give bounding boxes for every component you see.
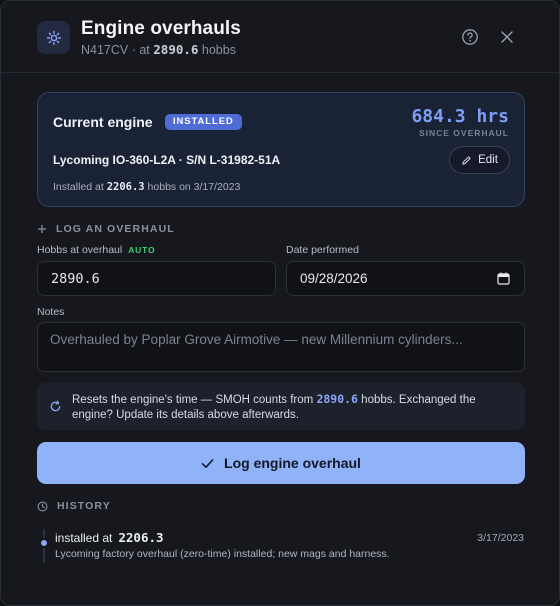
log-overhaul-toggle[interactable]: LOG AN OVERHAUL	[37, 223, 175, 235]
history-entry-note: Lycoming factory overhaul (zero-time) in…	[55, 548, 390, 560]
date-value: 09/28/2026	[300, 271, 368, 286]
engine-overhauls-dialog: Engine overhauls N417CV · at 2890.6 hobb…	[0, 0, 560, 606]
dialog-title: Engine overhauls	[81, 18, 241, 39]
installed-prefix: Installed at	[53, 181, 107, 193]
installed-suffix: hobbs on 3/17/2023	[144, 181, 241, 193]
reset-info-text: Resets the engine's time — SMOH counts f…	[72, 392, 512, 422]
edit-engine-button[interactable]: Edit	[449, 146, 510, 174]
dialog-subtitle: N417CV · at 2890.6 hobbs	[81, 42, 236, 57]
notes-field-label: Notes	[37, 306, 65, 318]
plus-icon	[38, 225, 46, 233]
auto-tag: AUTO	[128, 245, 156, 255]
history-entry-title: installed at 2206.3	[55, 530, 164, 545]
engine-icon	[37, 21, 70, 54]
info-hobbs: 2890.6	[316, 392, 358, 406]
history-entry-text: installed at	[55, 531, 113, 545]
hobbs-field-label: Hobbs at overhaul AUTO	[37, 244, 155, 256]
current-engine-card: Current engine INSTALLED 684.3 hrs SINCE…	[37, 92, 525, 207]
engine-model-serial: Lycoming IO-360-L2A · S/N L-31982-51A	[53, 153, 281, 167]
history-heading: HISTORY	[37, 500, 111, 512]
tail-number: N417CV	[81, 43, 129, 57]
pencil-icon	[462, 155, 471, 165]
installed-hobbs: 2206.3	[106, 181, 145, 193]
hobbs-label-text: Hobbs at overhaul	[37, 244, 123, 256]
help-button[interactable]	[459, 26, 481, 48]
history-entry-hobbs: 2206.3	[118, 530, 164, 545]
clock-icon	[37, 501, 48, 511]
calendar-icon	[497, 272, 510, 285]
help-icon	[462, 29, 478, 45]
history-label: HISTORY	[57, 500, 111, 512]
hobbs-unit: hobbs	[198, 43, 236, 57]
installed-info: Installed at 2206.3 hobbs on 3/17/2023	[53, 181, 240, 193]
info-text-1: Resets the engine's time — SMOH counts f…	[72, 394, 317, 406]
timeline-dot	[39, 538, 49, 548]
notes-textarea[interactable]: Overhauled by Poplar Grove Airmotive — n…	[37, 322, 525, 372]
smoh-value: 684.3 hrs	[411, 106, 509, 127]
log-engine-overhaul-label: Log engine overhaul	[224, 455, 361, 471]
log-engine-overhaul-button[interactable]: Log engine overhaul	[37, 442, 525, 484]
smoh-label: SINCE OVERHAUL	[418, 128, 509, 138]
hobbs-input[interactable]: 2890.6	[37, 261, 276, 296]
history-entry-date: 3/17/2023	[477, 532, 524, 544]
log-overhaul-heading: LOG AN OVERHAUL	[56, 223, 175, 235]
current-engine-title: Current engine	[53, 114, 153, 130]
date-field-label: Date performed	[286, 244, 359, 256]
installed-badge: INSTALLED	[165, 114, 242, 130]
date-input[interactable]: 09/28/2026	[286, 261, 525, 296]
reset-info-box: Resets the engine's time — SMOH counts f…	[37, 383, 525, 430]
close-button[interactable]	[496, 26, 518, 48]
current-hobbs: 2890.6	[153, 42, 199, 57]
reset-icon	[50, 400, 61, 412]
dialog-header: Engine overhauls N417CV · at 2890.6 hobb…	[1, 1, 559, 73]
check-icon	[201, 458, 214, 468]
subtitle-separator: · at	[128, 43, 154, 57]
edit-label: Edit	[478, 154, 498, 166]
close-icon	[501, 31, 513, 43]
